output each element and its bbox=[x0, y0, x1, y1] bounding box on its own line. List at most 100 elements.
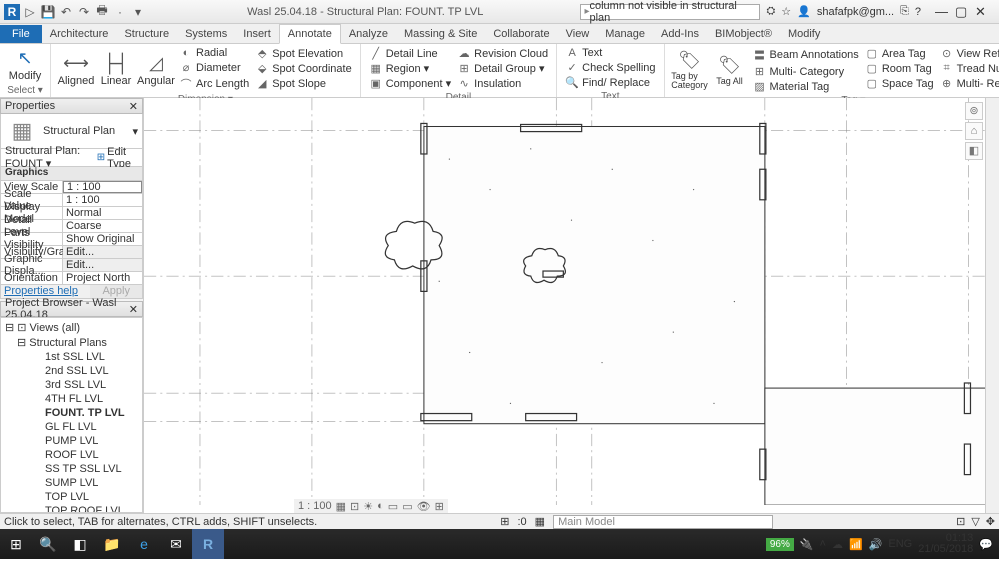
prop-value[interactable]: Coarse bbox=[63, 220, 142, 232]
sel-icon[interactable]: ⊡ bbox=[956, 515, 965, 528]
notifications-icon[interactable]: 💬 bbox=[979, 538, 993, 551]
taskview-button[interactable]: ◧ bbox=[64, 529, 96, 559]
multi-rebar-button[interactable]: ⊕Multi- Rebar ▾ bbox=[938, 76, 999, 91]
tab-architecture[interactable]: Architecture bbox=[42, 25, 117, 43]
property-row[interactable]: Parts VisibilityShow Original bbox=[0, 233, 143, 246]
tree-item[interactable]: 2nd SSL LVL bbox=[3, 364, 140, 378]
property-row[interactable]: OrientationProject North bbox=[0, 272, 143, 285]
revit-button[interactable]: R bbox=[192, 529, 224, 559]
worksets-icon[interactable]: ⊞ bbox=[500, 515, 509, 528]
tree-item[interactable]: SUMP LVL bbox=[3, 476, 140, 490]
tab-modify[interactable]: Modify bbox=[780, 25, 828, 43]
undo-icon[interactable]: ↶ bbox=[58, 4, 74, 20]
search-button[interactable]: 🔍 bbox=[32, 529, 64, 559]
chevron-down-icon[interactable]: ▾ bbox=[128, 125, 142, 138]
mail-button[interactable]: ✉ bbox=[160, 529, 192, 559]
group-label[interactable]: Select ▾ bbox=[6, 84, 44, 96]
tree-item[interactable]: ROOF LVL bbox=[3, 448, 140, 462]
detail-icon[interactable]: ▦ bbox=[336, 500, 346, 513]
tree-item[interactable]: 4TH FL LVL bbox=[3, 392, 140, 406]
design-options-select[interactable]: Main Model bbox=[553, 515, 773, 529]
cube-icon[interactable]: ◧ bbox=[965, 142, 983, 160]
spell-button[interactable]: ✓Check Spelling bbox=[563, 60, 657, 75]
detail-group-button[interactable]: ⊞Detail Group ▾ bbox=[455, 61, 550, 76]
sun-icon[interactable]: ☀ bbox=[363, 500, 373, 513]
tree-root[interactable]: ⊟ ⊡ Views (all) bbox=[3, 320, 140, 335]
text-button[interactable]: AText bbox=[563, 46, 657, 60]
scale-label[interactable]: 1 : 100 bbox=[298, 500, 332, 512]
spot-slope-button[interactable]: ◢Spot Slope bbox=[253, 76, 354, 91]
cart-icon[interactable]: ⎘ bbox=[900, 5, 909, 18]
diameter-button[interactable]: ⌀Diameter bbox=[177, 60, 251, 75]
rev-cloud-button[interactable]: ☁Revision Cloud bbox=[455, 46, 550, 61]
close-button[interactable]: ✕ bbox=[975, 4, 993, 20]
filter-icon[interactable]: ▽ bbox=[971, 515, 979, 528]
prop-value[interactable]: 1 : 100 bbox=[63, 194, 142, 206]
beam-annot-button[interactable]: 〓Beam Annotations bbox=[751, 46, 861, 64]
tab-collaborate[interactable]: Collaborate bbox=[485, 25, 557, 43]
tab-massing[interactable]: Massing & Site bbox=[396, 25, 485, 43]
tab-annotate[interactable]: Annotate bbox=[279, 24, 341, 44]
crop-show-icon[interactable]: ▭ bbox=[402, 500, 412, 513]
lang-label[interactable]: ENG bbox=[888, 538, 912, 550]
tag-all-button[interactable]: 🏷Tag All bbox=[711, 46, 749, 94]
prop-value[interactable]: Edit... bbox=[63, 246, 142, 258]
tree-item[interactable]: PUMP LVL bbox=[3, 434, 140, 448]
prop-value[interactable]: Project North bbox=[63, 272, 142, 284]
arclength-button[interactable]: ⌒Arc Length bbox=[177, 75, 251, 93]
tray-chevron-icon[interactable]: ˄ bbox=[820, 538, 826, 550]
qat-more-icon[interactable]: ▾ bbox=[130, 4, 146, 20]
model-icon[interactable]: ▦ bbox=[535, 515, 545, 528]
prop-value[interactable]: Normal bbox=[63, 207, 142, 219]
area-tag-button[interactable]: ▢Area Tag bbox=[863, 46, 936, 61]
tree-item[interactable]: TOP LVL bbox=[3, 490, 140, 504]
shadow-icon[interactable]: ◐ bbox=[377, 500, 384, 512]
space-tag-button[interactable]: ▢Space Tag bbox=[863, 76, 936, 91]
visual-icon[interactable]: ⊡ bbox=[350, 500, 359, 513]
angular-dim-button[interactable]: ◿Angular bbox=[137, 46, 175, 93]
tree-item[interactable]: SS TP SSL LVL bbox=[3, 462, 140, 476]
tree-item[interactable]: GL FL LVL bbox=[3, 420, 140, 434]
tab-file[interactable]: File bbox=[0, 25, 42, 43]
aligned-dim-button[interactable]: ⟷Aligned bbox=[57, 46, 95, 93]
power-icon[interactable]: 🔌 bbox=[800, 538, 814, 551]
drag-icon[interactable]: ✥ bbox=[986, 515, 995, 528]
prop-value[interactable]: Show Original bbox=[63, 233, 142, 245]
view-ref-button[interactable]: ⊙View Reference bbox=[938, 46, 999, 61]
tab-view[interactable]: View bbox=[558, 25, 598, 43]
battery-indicator[interactable]: 96% bbox=[766, 538, 794, 551]
network-icon[interactable]: 📶 bbox=[849, 538, 863, 551]
spot-elev-button[interactable]: ⬘Spot Elevation bbox=[253, 46, 354, 61]
detail-line-button[interactable]: ╱Detail Line bbox=[367, 46, 453, 61]
navwheel-icon[interactable]: ⊚ bbox=[965, 102, 983, 120]
minimize-button[interactable]: — bbox=[935, 4, 953, 20]
clock[interactable]: 01:13 21/05/2018 bbox=[918, 533, 973, 555]
tab-manage[interactable]: Manage bbox=[597, 25, 653, 43]
tab-addins[interactable]: Add-Ins bbox=[653, 25, 707, 43]
browser-header[interactable]: Project Browser - Wasl 25.04.18✕ bbox=[0, 301, 143, 317]
redo-icon[interactable]: ↷ bbox=[76, 4, 92, 20]
print-icon[interactable]: 🖶 bbox=[94, 4, 110, 20]
save-icon[interactable]: 💾 bbox=[40, 4, 56, 20]
property-row[interactable]: Graphic Displa...Edit... bbox=[0, 259, 143, 272]
tree-item[interactable]: 1st SSL LVL bbox=[3, 350, 140, 364]
modify-button[interactable]: ↖Modify bbox=[6, 46, 44, 84]
browser-tree[interactable]: ⊟ ⊡ Views (all) ⊟ Structural Plans 1st S… bbox=[1, 318, 142, 512]
region-button[interactable]: ▦Region ▾ bbox=[367, 61, 453, 76]
edit-type-button[interactable]: ⊞ Edit Type bbox=[97, 146, 138, 170]
spot-coord-button[interactable]: ⬙Spot Coordinate bbox=[253, 61, 354, 76]
star-icon[interactable]: ⛭ bbox=[766, 5, 775, 18]
tree-item[interactable]: 3rd SSL LVL bbox=[3, 378, 140, 392]
vertical-scrollbar[interactable] bbox=[985, 98, 999, 513]
linear-dim-button[interactable]: ├┤Linear bbox=[97, 46, 135, 93]
edge-button[interactable]: e bbox=[128, 529, 160, 559]
tab-analyze[interactable]: Analyze bbox=[341, 25, 396, 43]
explorer-button[interactable]: 📁 bbox=[96, 529, 128, 559]
open-icon[interactable]: ▷ bbox=[22, 4, 38, 20]
prop-value[interactable]: 1 : 100 bbox=[63, 181, 142, 193]
restore-button[interactable]: ▢ bbox=[955, 4, 973, 20]
start-button[interactable]: ⊞ bbox=[0, 529, 32, 559]
hide-icon[interactable]: 👁 bbox=[417, 500, 431, 513]
tree-item[interactable]: TOP ROOF LVL bbox=[3, 504, 140, 512]
room-tag-button[interactable]: ▢Room Tag bbox=[863, 61, 936, 76]
